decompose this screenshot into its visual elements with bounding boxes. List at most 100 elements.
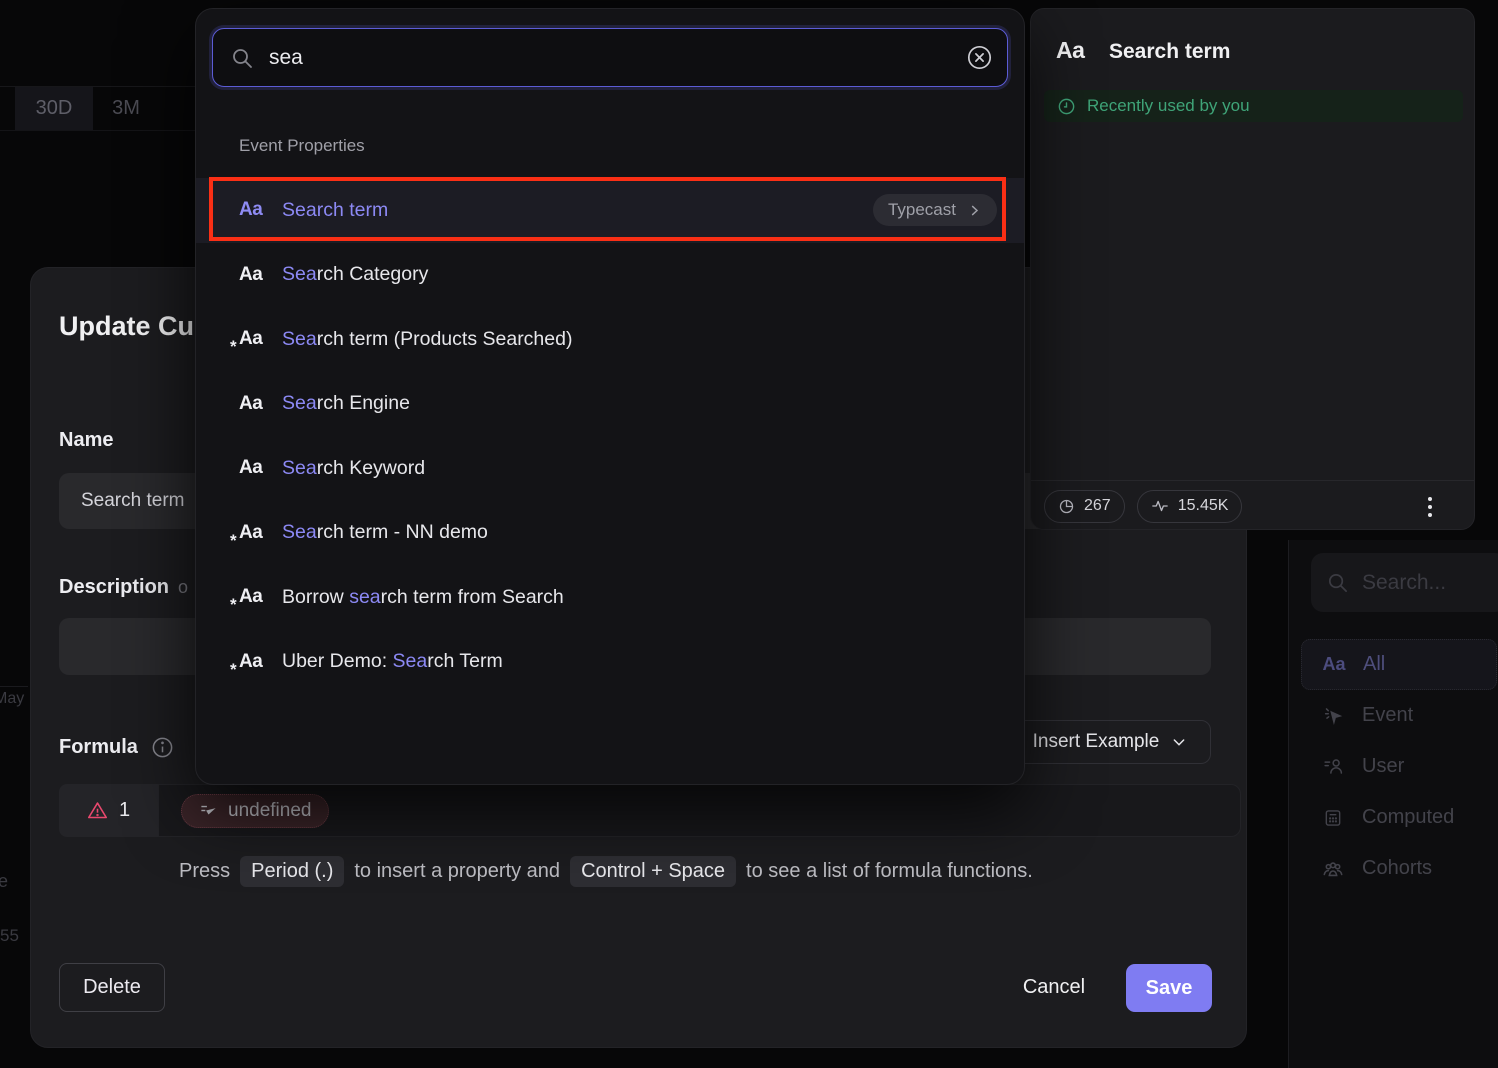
info-icon[interactable]: [151, 736, 174, 759]
edge-fragment: e: [0, 871, 8, 892]
sidebar-item-label: Computed: [1362, 806, 1454, 829]
property-option[interactable]: Aa*Search term - NN demo: [196, 501, 1024, 566]
match-highlight: sea: [349, 586, 380, 608]
label-segment: Uber Demo:: [282, 650, 393, 672]
event-icon: [1321, 705, 1345, 726]
custom-property-type-icon: Aa*: [239, 651, 271, 673]
property-option[interactable]: Aa* Uber Demo: Search Term: [196, 630, 1024, 695]
sidebar-item-label: User: [1362, 755, 1404, 778]
description-label: Descriptiono: [59, 576, 188, 599]
stat-value: 15.45K: [1178, 497, 1229, 515]
typecast-button[interactable]: Typecast: [873, 194, 997, 226]
divider: [0, 686, 28, 687]
tab-3m[interactable]: 3M: [93, 87, 159, 130]
close-circle-icon: [966, 44, 993, 71]
event-property-icon: [199, 801, 218, 820]
sidebar-search-field[interactable]: [1311, 553, 1498, 612]
property-option-label: Search term: [282, 199, 388, 222]
match-highlight: Sea: [282, 263, 317, 285]
property-option-label: Search Engine: [282, 392, 410, 415]
property-option[interactable]: AaSearch Category: [196, 243, 1024, 308]
property-option[interactable]: Aa* Search term (Products Searched): [196, 307, 1024, 372]
stat-value: 267: [1084, 497, 1111, 515]
more-options-button[interactable]: [1418, 490, 1442, 523]
match-highlight: Sea: [282, 457, 317, 479]
count-fragment: 55: [0, 926, 19, 946]
cancel-button[interactable]: Cancel: [994, 963, 1114, 1012]
match-highlight: Search term: [282, 199, 388, 221]
custom-asterisk: *: [230, 337, 236, 357]
clock-icon: [1057, 97, 1076, 116]
match-highlight: Sea: [393, 650, 428, 672]
save-button[interactable]: Save: [1126, 964, 1212, 1012]
formula-label: Formula: [59, 736, 138, 759]
custom-asterisk: *: [230, 660, 236, 680]
insert-example-button[interactable]: Insert Example: [1009, 720, 1211, 764]
delete-button[interactable]: Delete: [59, 963, 165, 1012]
property-option-label: Search term (Products Searched): [282, 328, 572, 351]
time-range-tabs: D30D3M: [0, 86, 196, 131]
computed-icon: [1321, 808, 1345, 828]
section-label: Event Properties: [239, 136, 365, 156]
app-root: D30D3M May e 55 Update Cu Name Descripti…: [0, 0, 1498, 1068]
pie-chart-stat-pill[interactable]: 267: [1044, 490, 1125, 523]
sidebar-item-label: Event: [1362, 704, 1413, 727]
match-highlight: Sea: [282, 521, 317, 543]
kbd-control-space: Control + Space: [570, 856, 736, 887]
optional-hint: o: [178, 577, 188, 597]
label-segment: rch Keyword: [317, 457, 425, 479]
sidebar-item-label: Cohorts: [1362, 857, 1432, 880]
property-search-input[interactable]: [269, 46, 966, 70]
search-icon: [1326, 571, 1349, 594]
match-highlight: Sea: [282, 328, 317, 350]
name-label: Name: [59, 429, 113, 452]
formula-error-counter: 1: [59, 784, 158, 837]
property-detail-panel: Aa Search term Recently used by you 2671…: [1030, 8, 1475, 530]
text-property-type-icon: Aa: [239, 199, 271, 221]
sidebar-item-all[interactable]: Aa All: [1301, 639, 1497, 690]
property-option-list: AaSearch termTypecastAaSearch CategoryAa…: [196, 178, 1024, 694]
label-segment: rch term - NN demo: [317, 521, 488, 543]
formula-label-row: Formula: [59, 736, 174, 759]
sidebar-item-cohorts[interactable]: Cohorts: [1301, 843, 1497, 894]
custom-asterisk: *: [230, 595, 236, 615]
activity-icon: [1151, 497, 1169, 515]
sidebar-item-user[interactable]: User: [1301, 741, 1497, 792]
property-option[interactable]: Aa*Borrow search term from Search: [196, 565, 1024, 630]
property-option-label: Borrow search term from Search: [282, 586, 564, 609]
warning-icon: [87, 800, 108, 821]
text-property-type-icon: Aa: [239, 457, 271, 479]
clear-search-button[interactable]: [966, 44, 993, 71]
formula-input[interactable]: undefined: [158, 784, 1241, 837]
sidebar-search-input[interactable]: [1362, 571, 1482, 595]
property-option-label: Search Category: [282, 263, 428, 286]
tab-30d[interactable]: 30D: [15, 87, 93, 130]
sidebar-item-label: All: [1363, 653, 1385, 676]
property-type-list: Aa All Event User Computed Cohorts: [1301, 639, 1497, 894]
label-segment: rch Engine: [317, 392, 410, 414]
tab-d[interactable]: D: [0, 87, 15, 130]
activity-stat-pill[interactable]: 15.45K: [1137, 490, 1243, 523]
property-option-label: Search term - NN demo: [282, 521, 488, 544]
modal-title: Update Cu: [59, 311, 194, 342]
property-search-field[interactable]: [212, 28, 1008, 87]
property-option[interactable]: Aa Search term Typecast: [196, 178, 1024, 243]
label-segment: rch Category: [317, 263, 429, 285]
typecast-label: Typecast: [888, 200, 956, 220]
property-option-label: Search Keyword: [282, 457, 425, 480]
search-icon: [230, 46, 254, 70]
cohorts-icon: [1321, 858, 1345, 880]
property-option[interactable]: AaSearch Engine: [196, 372, 1024, 437]
label-segment: rch Term: [427, 650, 503, 672]
property-option[interactable]: Aa Search Keyword: [196, 436, 1024, 501]
sidebar-item-event[interactable]: Event: [1301, 690, 1497, 741]
recently-used-banner: Recently used by you: [1044, 90, 1463, 122]
custom-property-type-icon: Aa*: [239, 328, 271, 350]
sidebar-item-computed[interactable]: Computed: [1301, 792, 1497, 843]
property-filter-sidebar: Aa All Event User Computed Cohorts: [1288, 540, 1498, 1068]
undefined-property-chip[interactable]: undefined: [181, 794, 329, 828]
custom-asterisk: *: [230, 531, 236, 551]
property-option-label: Uber Demo: Search Term: [282, 650, 503, 673]
property-search-dropdown: Event Properties AaSearch termTypecastAa…: [195, 8, 1025, 785]
type-aa-icon: Aa: [1322, 654, 1346, 675]
